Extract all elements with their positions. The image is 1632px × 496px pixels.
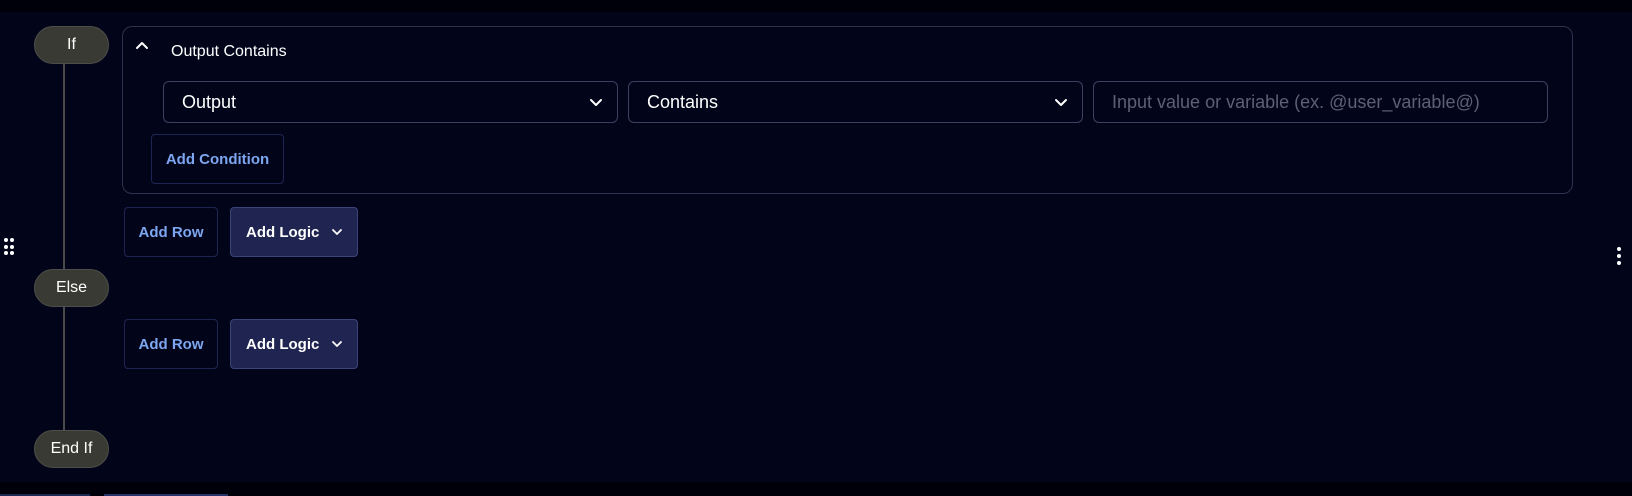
top-strip (0, 0, 1632, 12)
if-node-label: If (67, 36, 76, 53)
condition-group-title: Output Contains (171, 43, 287, 60)
drag-handle-icon[interactable] (4, 238, 14, 256)
chevron-down-icon (332, 229, 342, 235)
else-add-row-button[interactable]: Add Row (124, 319, 218, 369)
chevron-down-icon (1055, 99, 1067, 106)
add-logic-label: Add Logic (246, 335, 320, 353)
else-add-logic-button[interactable]: Add Logic (230, 319, 358, 369)
bottom-strip (0, 482, 1632, 496)
add-logic-button[interactable]: Add Logic (230, 207, 358, 257)
condition-value-input[interactable] (1093, 81, 1548, 123)
endif-node: End If (34, 430, 109, 468)
field-select[interactable]: Output (163, 81, 618, 123)
add-logic-label: Add Logic (246, 223, 320, 241)
flow-timeline-line (63, 50, 65, 450)
endif-node-label: End If (50, 440, 93, 457)
chevron-up-icon[interactable] (134, 38, 150, 54)
add-condition-button[interactable]: Add Condition (151, 134, 284, 184)
operator-select[interactable]: Contains (628, 81, 1083, 123)
if-node: If (34, 26, 109, 64)
else-node: Else (34, 269, 109, 307)
operator-select-value: Contains (647, 91, 719, 112)
kebab-menu-icon[interactable] (1616, 247, 1622, 265)
chevron-down-icon (590, 99, 602, 106)
chevron-down-icon (332, 341, 342, 347)
add-row-button[interactable]: Add Row (124, 207, 218, 257)
field-select-value: Output (182, 91, 237, 112)
else-node-label: Else (55, 279, 88, 296)
